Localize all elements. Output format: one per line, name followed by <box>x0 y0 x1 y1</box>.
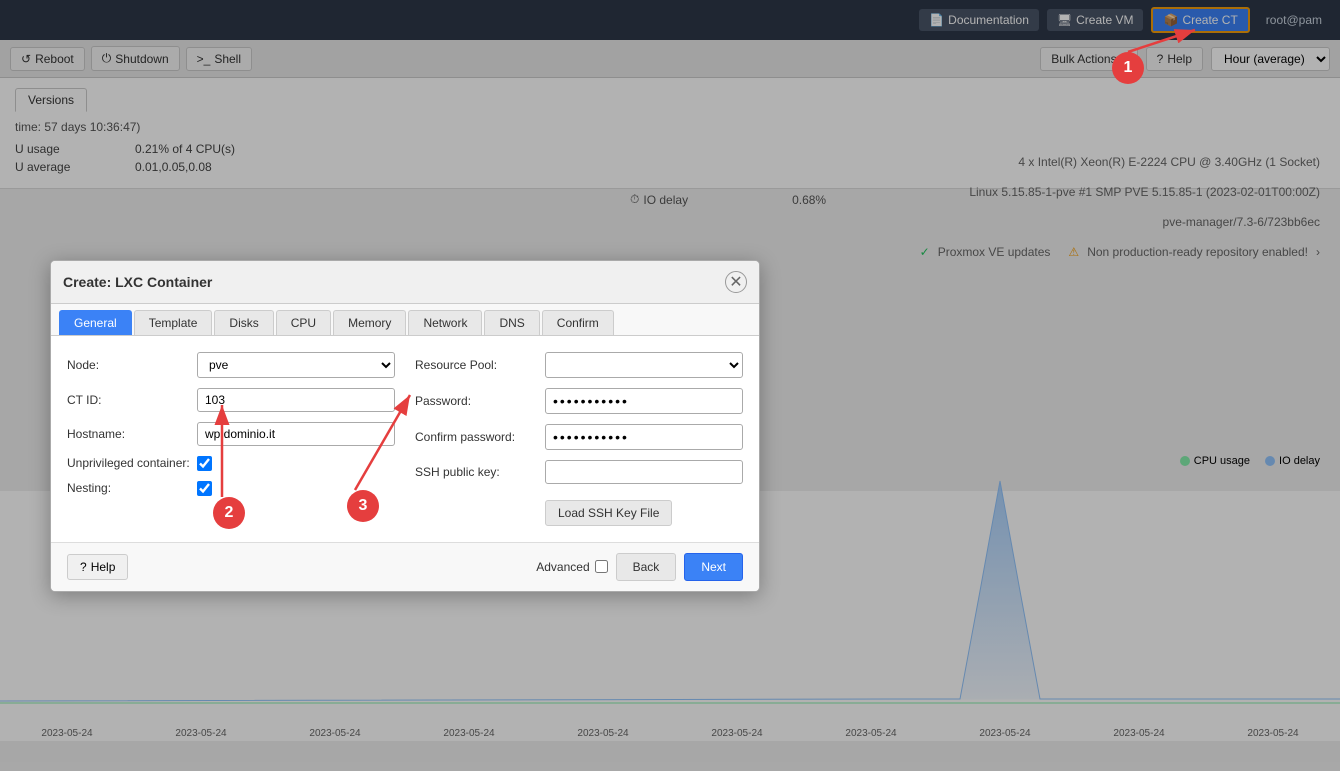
dialog-close-button[interactable]: ✕ <box>725 271 747 293</box>
unprivileged-label: Unprivileged container: <box>67 456 197 470</box>
ssh-key-label: SSH public key: <box>415 465 545 479</box>
tab-memory[interactable]: Memory <box>333 310 406 335</box>
ssh-key-input[interactable] <box>545 460 743 484</box>
tab-general[interactable]: General <box>59 310 132 335</box>
footer-left: ? Help <box>67 554 128 580</box>
password-label: Password: <box>415 394 545 408</box>
tab-disks[interactable]: Disks <box>214 310 273 335</box>
ct-id-input[interactable] <box>197 388 395 412</box>
annotation-2: 2 <box>213 497 245 529</box>
resource-pool-row: Resource Pool: <box>415 352 743 378</box>
nesting-row: Nesting: <box>67 481 395 496</box>
password-input[interactable] <box>545 388 743 414</box>
back-button[interactable]: Back <box>616 553 677 581</box>
next-button[interactable]: Next <box>684 553 743 581</box>
tab-confirm[interactable]: Confirm <box>542 310 614 335</box>
advanced-section: Advanced <box>536 560 607 574</box>
nesting-label: Nesting: <box>67 481 197 495</box>
tab-cpu[interactable]: CPU <box>276 310 331 335</box>
annotation-1: 1 <box>1112 52 1144 84</box>
dialog-tabs: General Template Disks CPU Memory Networ… <box>51 304 759 336</box>
unprivileged-row: Unprivileged container: <box>67 456 395 471</box>
node-label: Node: <box>67 358 197 372</box>
dialog-overlay: Create: LXC Container ✕ General Template… <box>0 0 1340 771</box>
tab-network[interactable]: Network <box>408 310 482 335</box>
annotation-3: 3 <box>347 490 379 522</box>
nesting-checkbox[interactable] <box>197 481 212 496</box>
confirm-password-label: Confirm password: <box>415 430 545 444</box>
ssh-key-row: SSH public key: <box>415 460 743 484</box>
hostname-row: Hostname: <box>67 422 395 446</box>
ct-id-row: CT ID: <box>67 388 395 412</box>
node-select[interactable]: pve <box>197 352 395 378</box>
ct-id-label: CT ID: <box>67 393 197 407</box>
footer-help-button[interactable]: ? Help <box>67 554 128 580</box>
dialog-right-col: Resource Pool: Password: Confirm passwor… <box>415 352 743 526</box>
help-circle-icon: ? <box>80 560 87 574</box>
dialog-body: Node: pve CT ID: Hostname: <box>51 336 759 542</box>
dialog-title: Create: LXC Container <box>63 274 212 290</box>
confirm-password-input[interactable] <box>545 424 743 450</box>
tab-template[interactable]: Template <box>134 310 213 335</box>
resource-pool-label: Resource Pool: <box>415 358 545 372</box>
password-row: Password: <box>415 388 743 414</box>
load-ssh-button[interactable]: Load SSH Key File <box>545 500 672 526</box>
tab-dns[interactable]: DNS <box>484 310 539 335</box>
unprivileged-checkbox[interactable] <box>197 456 212 471</box>
footer-right: Advanced Back Next <box>536 553 743 581</box>
hostname-label: Hostname: <box>67 427 197 441</box>
advanced-checkbox[interactable] <box>595 560 608 573</box>
hostname-input[interactable] <box>197 422 395 446</box>
load-ssh-container: Load SSH Key File <box>545 494 743 526</box>
resource-pool-select[interactable] <box>545 352 743 378</box>
dialog-header: Create: LXC Container ✕ <box>51 261 759 304</box>
confirm-password-row: Confirm password: <box>415 424 743 450</box>
dialog-footer: ? Help Advanced Back Next <box>51 542 759 591</box>
create-lxc-dialog: Create: LXC Container ✕ General Template… <box>50 260 760 592</box>
node-row: Node: pve <box>67 352 395 378</box>
